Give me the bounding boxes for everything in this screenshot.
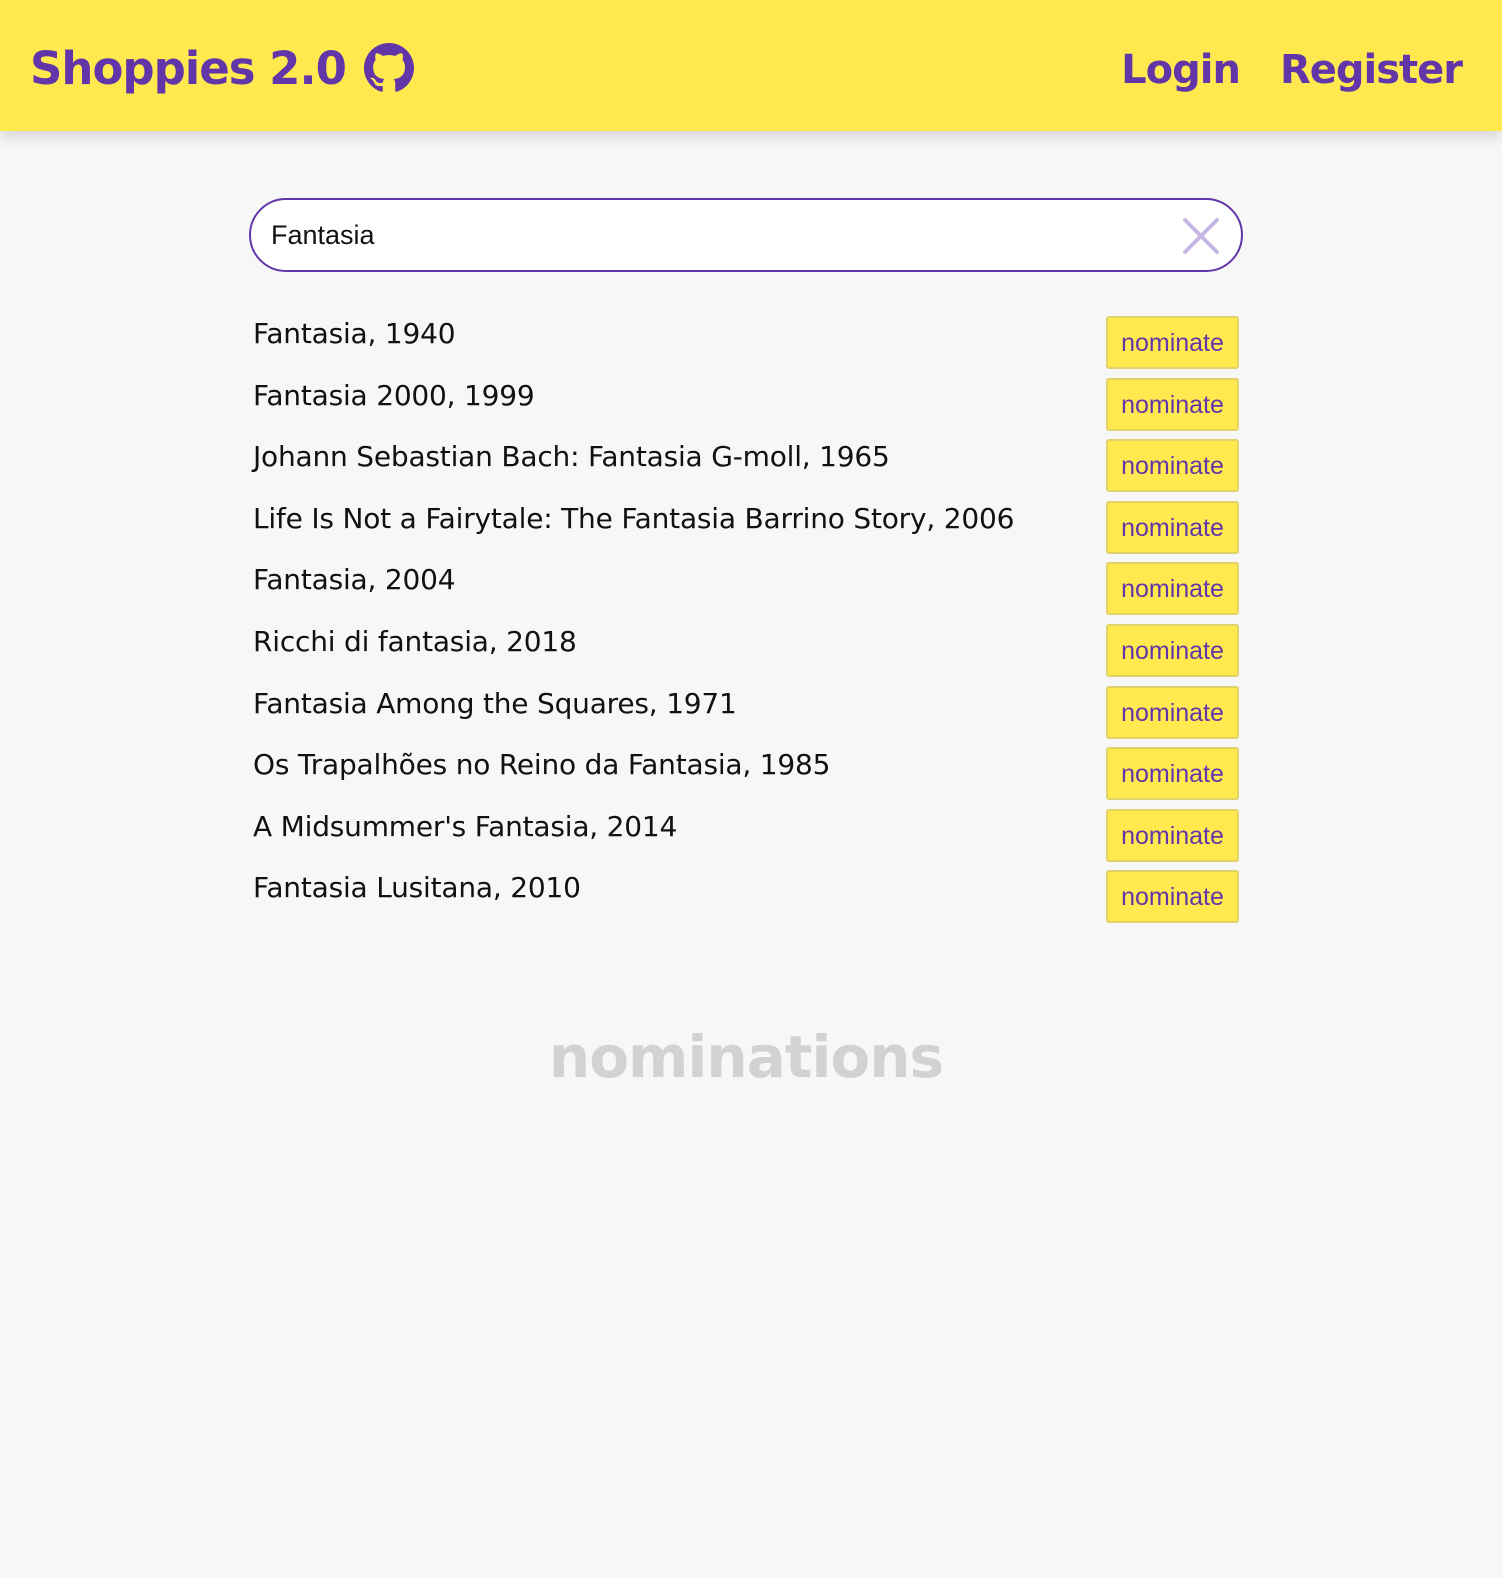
nominate-button[interactable]: nominate <box>1106 685 1239 739</box>
movie-title: Ricchi di fantasia, 2018 <box>253 624 577 658</box>
result-row: Os Trapalhões no Reino da Fantasia, 1985… <box>253 743 1241 805</box>
nominate-button[interactable]: nominate <box>1106 623 1239 677</box>
login-link[interactable]: Login <box>1121 47 1241 93</box>
result-row: Fantasia, 1940 nominate <box>253 312 1241 374</box>
result-row: Life Is Not a Fairytale: The Fantasia Ba… <box>253 497 1241 559</box>
nominate-button[interactable]: nominate <box>1106 562 1239 616</box>
search-bar <box>249 198 1243 272</box>
movie-title: Life Is Not a Fairytale: The Fantasia Ba… <box>253 501 1015 535</box>
result-row: Fantasia 2000, 1999 nominate <box>253 374 1241 436</box>
brand: Shoppies 2.0 <box>30 36 414 100</box>
register-link[interactable]: Register <box>1280 47 1463 93</box>
movie-title: Os Trapalhões no Reino da Fantasia, 1985 <box>253 748 831 782</box>
movie-title: Fantasia, 1940 <box>253 317 456 350</box>
nominations-heading: nominations <box>548 1023 944 1092</box>
app-header: Shoppies 2.0 Login Register <box>0 0 1502 131</box>
result-row: A Midsummer's Fantasia, 2014 nominate <box>253 805 1241 867</box>
nominate-button[interactable]: nominate <box>1106 747 1239 801</box>
movie-title: Fantasia Lusitana, 2010 <box>253 871 581 905</box>
result-row: Ricchi di fantasia, 2018 nominate <box>253 620 1241 682</box>
header-nav: Login Register <box>1121 40 1463 100</box>
movie-title: Fantasia, 2004 <box>253 563 456 597</box>
nominate-button[interactable]: nominate <box>1106 439 1239 493</box>
nominate-button[interactable]: nominate <box>1106 870 1239 924</box>
result-row: Fantasia Among the Squares, 1971 nominat… <box>253 682 1241 744</box>
movie-title: A Midsummer's Fantasia, 2014 <box>253 809 678 843</box>
result-row: Fantasia, 2004 nominate <box>253 558 1241 620</box>
movie-title: Johann Sebastian Bach: Fantasia G-moll, … <box>253 440 890 474</box>
search-input[interactable] <box>271 200 1151 270</box>
nominate-button[interactable]: nominate <box>1106 377 1239 431</box>
nominate-button[interactable]: nominate <box>1106 316 1239 369</box>
result-row: Johann Sebastian Bach: Fantasia G-moll, … <box>253 435 1241 497</box>
results-list: Fantasia, 1940 nominate Fantasia 2000, 1… <box>253 312 1241 928</box>
nominate-button[interactable]: nominate <box>1106 808 1239 862</box>
result-row: Fantasia Lusitana, 2010 nominate <box>253 866 1241 928</box>
movie-title: Fantasia 2000, 1999 <box>253 378 535 412</box>
close-icon[interactable] <box>1181 216 1221 256</box>
nominate-button[interactable]: nominate <box>1106 500 1239 554</box>
brand-title[interactable]: Shoppies 2.0 <box>30 42 347 95</box>
movie-title: Fantasia Among the Squares, 1971 <box>253 686 737 720</box>
github-icon[interactable] <box>363 43 414 93</box>
